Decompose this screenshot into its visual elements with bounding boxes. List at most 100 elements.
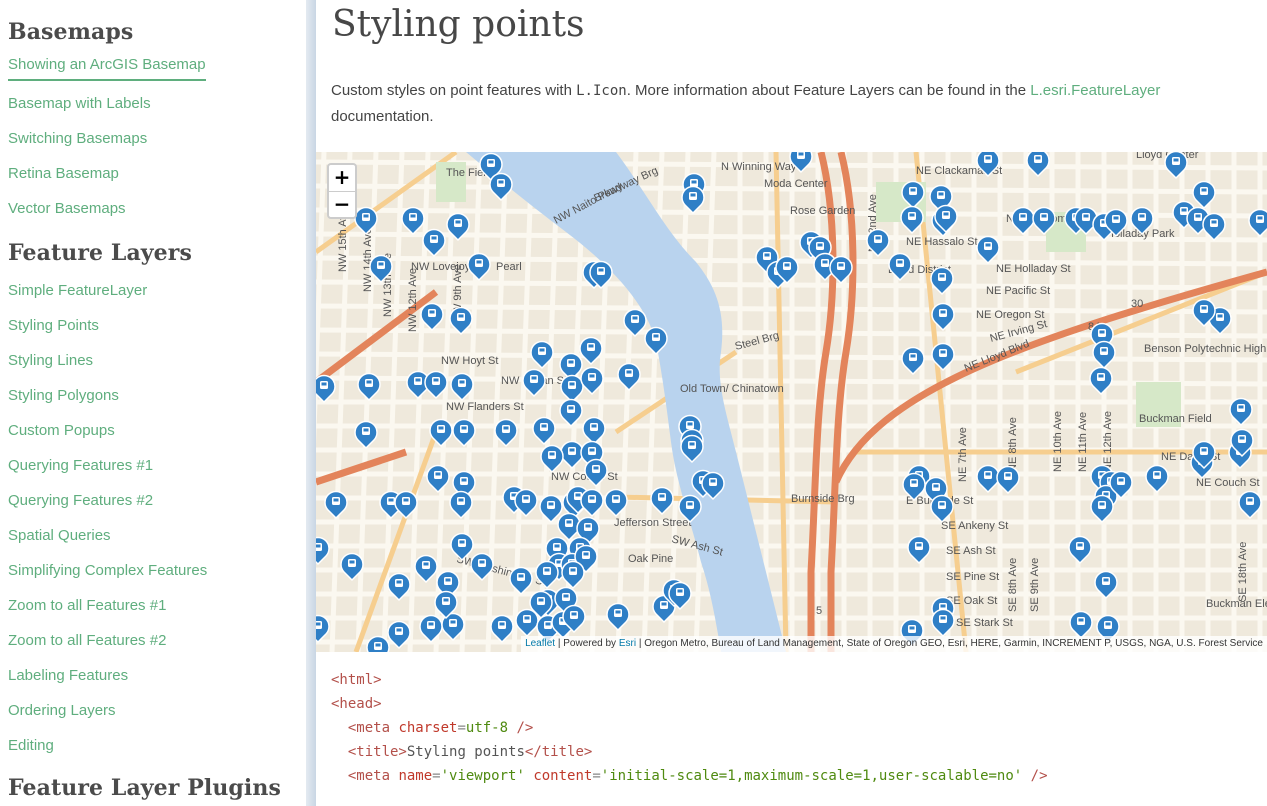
- map-label: SE Ankeny St: [941, 520, 1008, 532]
- sidebar-item-zoom-to-all-features-2[interactable]: Zoom to all Features #2: [8, 623, 207, 658]
- sidebar-item-editing[interactable]: Editing: [8, 728, 207, 763]
- section-heading-feature-layer-plugins: Feature Layer Plugins: [8, 775, 281, 801]
- sidebar-item-querying-features-2[interactable]: Querying Features #2: [8, 483, 207, 518]
- code-line: <meta name='viewport' content='initial-s…: [331, 764, 1261, 788]
- map-label: NE 10th Ave: [1052, 411, 1064, 472]
- map-label: SE 18th Ave: [1237, 542, 1249, 602]
- map-label: NW Flanders St: [446, 401, 524, 413]
- code-token: =: [432, 768, 441, 784]
- code-token: />: [1022, 768, 1048, 784]
- code-token: charset: [398, 720, 458, 736]
- code-line: <title>Styling points</title>: [331, 740, 1261, 764]
- code-token: 'viewport': [440, 768, 525, 784]
- code-token: =: [457, 720, 466, 736]
- section-heading-feature-layers: Feature Layers: [8, 240, 192, 266]
- code-line: <meta charset=utf-8 />: [331, 716, 1261, 740]
- intro-text-start: Custom styles on point features with: [331, 82, 577, 99]
- map-label: SE Ash St: [946, 545, 996, 557]
- code-token: <title>: [347, 744, 407, 760]
- sidebar-item-simple-featurelayer[interactable]: Simple FeatureLayer: [8, 273, 207, 308]
- map-label: NW 12th Ave: [407, 268, 419, 332]
- bus-stop-marker[interactable]: [366, 635, 390, 652]
- code-token: <meta: [347, 768, 399, 784]
- code-token: Styling points: [406, 744, 525, 760]
- code-sample: <html> <head> <meta charset=utf-8 /> <tit…: [331, 668, 1261, 788]
- map-label: SE Pine St: [946, 571, 999, 583]
- section-heading-basemaps: Basemaps: [8, 19, 134, 45]
- map-label: NE 7th Ave: [957, 427, 969, 482]
- sidebar-item-zoom-to-all-features-1[interactable]: Zoom to all Features #1: [8, 588, 207, 623]
- sidebar-item-custom-popups[interactable]: Custom Popups: [8, 413, 207, 448]
- code-token: />: [508, 720, 534, 736]
- sidebar-scroll-edge: [306, 0, 316, 806]
- map-label: SE 8th Ave: [1007, 558, 1019, 612]
- attribution-powered: | Powered by: [555, 638, 619, 649]
- intro-text-middle: . More information about Feature Layers …: [626, 82, 1031, 99]
- code-token: </title>: [524, 744, 593, 760]
- sidebar-item-retina-basemap[interactable]: Retina Basemap: [8, 156, 206, 191]
- map-label: Buckman Field: [1139, 413, 1212, 425]
- code-token: <head>: [331, 696, 382, 712]
- sidebar-item-basemap-with-labels[interactable]: Basemap with Labels: [8, 86, 206, 121]
- zoom-control: + −: [327, 163, 357, 219]
- main-content: Styling points Custom styles on point fe…: [316, 0, 1267, 806]
- sidebar-item-spatial-queries[interactable]: Spatial Queries: [8, 518, 207, 553]
- map-label: Rose Garden: [790, 205, 855, 217]
- code-token: <meta: [347, 720, 399, 736]
- code-line: <html>: [331, 668, 1261, 692]
- map-label: NE 12th Ave: [1102, 411, 1114, 472]
- zoom-in-button[interactable]: +: [329, 165, 355, 191]
- sidebar-item-ordering-layers[interactable]: Ordering Layers: [8, 693, 207, 728]
- sidebar-item-querying-features-1[interactable]: Querying Features #1: [8, 448, 207, 483]
- code-token: 'initial-scale=1,maximum-scale=1,user-sc…: [600, 768, 1023, 784]
- sidebar-item-showing-arcgis-basemap[interactable]: Showing an ArcGIS Basemap: [8, 51, 206, 81]
- map-label: NE Couch St: [1196, 477, 1260, 489]
- map-label: Jefferson Street: [614, 517, 691, 529]
- featurelayer-doc-link[interactable]: L.esri.FeatureLayer: [1030, 82, 1160, 99]
- leaflet-link[interactable]: Leaflet: [525, 638, 555, 649]
- map-label: NW Couch St: [551, 471, 618, 483]
- map-label: Oak Pine: [628, 553, 673, 565]
- basemap-tiles[interactable]: NW Naito PkwyBroadway Brg N Winning WayMo…: [316, 152, 1267, 652]
- sidebar-item-styling-polygons[interactable]: Styling Polygons: [8, 378, 207, 413]
- map-label: NW Hoyt St: [441, 355, 498, 367]
- sidebar-item-vector-basemaps[interactable]: Vector Basemaps: [8, 191, 206, 226]
- map-label: Moda Center: [764, 178, 828, 190]
- feature-layers-list: Simple FeatureLayer Styling Points Styli…: [0, 273, 207, 763]
- intro-code: L.Icon: [576, 83, 627, 99]
- map-label: Benson Polytechnic High: [1144, 343, 1266, 355]
- map-label: N Winning Way: [721, 161, 797, 173]
- sidebar-item-simplifying-complex-features[interactable]: Simplifying Complex Features: [8, 553, 207, 588]
- sidebar-item-styling-points[interactable]: Styling Points: [8, 308, 207, 343]
- basemaps-list: Showing an ArcGIS Basemap Basemap with L…: [0, 51, 206, 226]
- esri-link[interactable]: Esri: [619, 638, 636, 649]
- map-label: Pearl: [496, 261, 522, 273]
- map-container[interactable]: NW Naito Pkwy Broadway Brg N Winning Way Mo…: [316, 152, 1267, 652]
- attribution-sources: | Oregon Metro, Bureau of Land Managemen…: [636, 638, 1263, 649]
- sidebar: Basemaps Showing an ArcGIS Basemap Basem…: [0, 0, 308, 806]
- sidebar-item-styling-lines[interactable]: Styling Lines: [8, 343, 207, 378]
- map-label: NE 8th Ave: [1007, 417, 1019, 472]
- code-token: content: [533, 768, 593, 784]
- map-label: NE 11th Ave: [1077, 412, 1089, 472]
- map-label: Burnside Brg: [791, 493, 855, 505]
- sidebar-item-switching-basemaps[interactable]: Switching Basemaps: [8, 121, 206, 156]
- sidebar-item-labeling-features[interactable]: Labeling Features: [8, 658, 207, 693]
- intro-paragraph: Custom styles on point features with L.I…: [331, 78, 1261, 129]
- map-label: NE Hassalo St: [906, 236, 978, 248]
- zoom-out-button[interactable]: −: [329, 191, 355, 217]
- code-token: utf-8: [465, 720, 509, 736]
- map-label: NE Oregon St: [976, 309, 1044, 321]
- page-title: Styling points: [332, 4, 585, 45]
- map-label: NE Holladay St: [996, 263, 1071, 275]
- map-attribution: Leaflet | Powered by Esri | Oregon Metro…: [521, 636, 1267, 652]
- map-label: Old Town/ Chinatown: [680, 383, 784, 395]
- map-label: SE Stark St: [956, 617, 1013, 629]
- map-label: SE 9th Ave: [1029, 558, 1041, 612]
- code-token: name: [398, 768, 433, 784]
- map-label: 5: [816, 605, 822, 617]
- code-line: <head>: [331, 692, 1261, 716]
